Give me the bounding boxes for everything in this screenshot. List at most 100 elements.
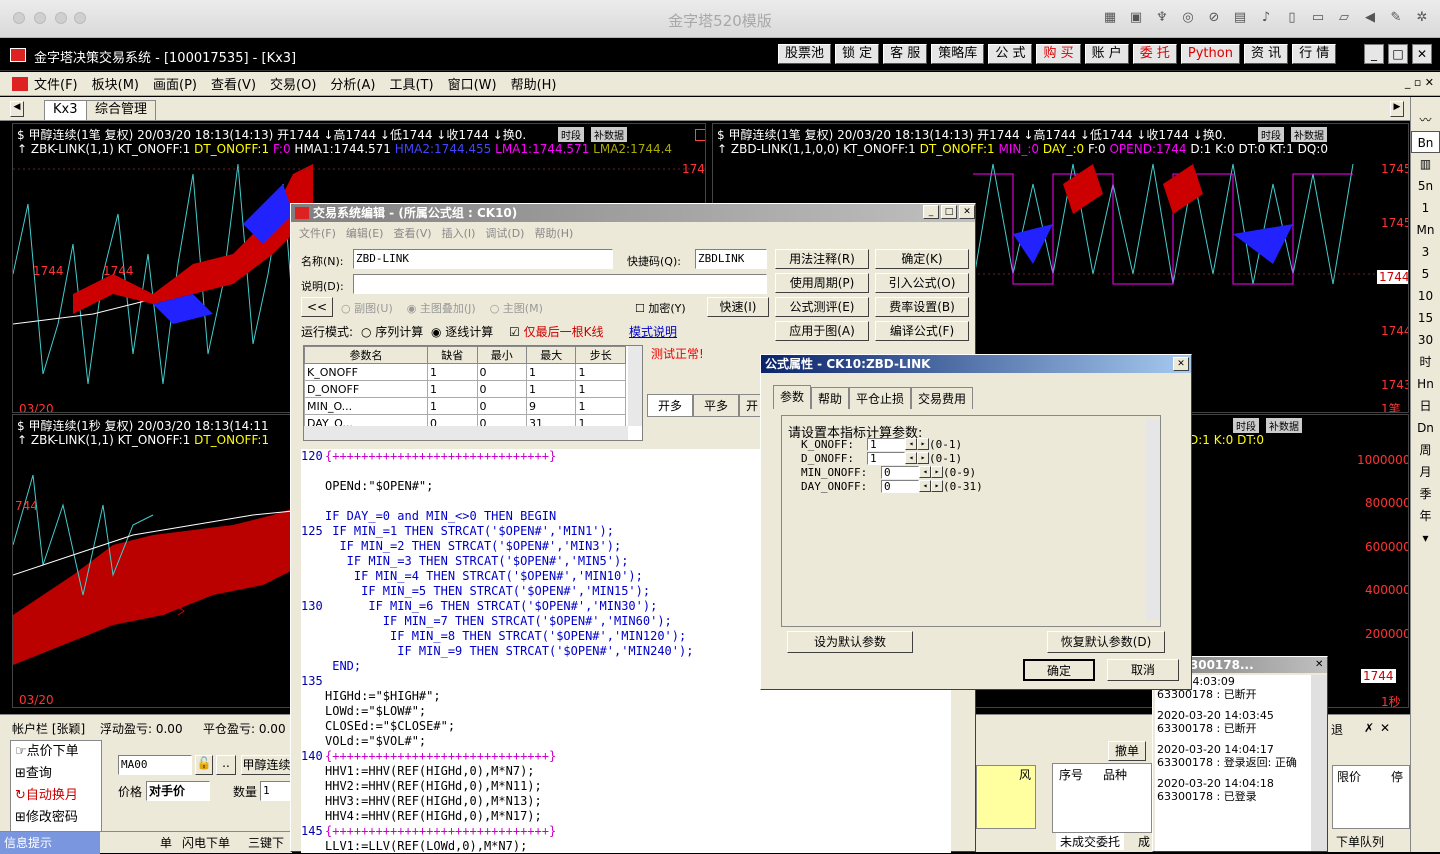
code-line[interactable]: 145 {++++++++++++++++++++++++++++++} (301, 824, 951, 839)
tab-stop-loss[interactable]: 平仓止损 (849, 387, 912, 409)
period-day[interactable]: 日 (1411, 395, 1440, 417)
back-label[interactable]: 退 (1331, 721, 1343, 738)
bottom-tab-three-key[interactable]: 三键下 (248, 834, 284, 851)
formula-test-button[interactable]: 公式测评(E) (775, 297, 869, 317)
code-line[interactable]: HIGHd:="$HIGH#"; (301, 689, 951, 704)
table-row[interactable]: D_ONOFF 1 0 1 1 (303, 380, 626, 398)
tools-icon[interactable]: ✎ (1388, 10, 1404, 26)
code-line[interactable]: HHV1:=HHV(REF(HIGHd,0),M*N7); (301, 764, 951, 779)
menu-view-page[interactable]: 画面(P) (153, 74, 197, 93)
editor-menu-edit[interactable]: 编辑(E) (346, 225, 384, 241)
period-3[interactable]: 3 (1411, 241, 1440, 263)
lock-icon[interactable]: 🔓 (195, 755, 213, 775)
menu-file[interactable]: 文件(F) (34, 74, 78, 93)
editor-menu-view[interactable]: 查看(V) (393, 225, 431, 241)
tab-kx3[interactable]: Kx3 (44, 100, 87, 120)
service-button[interactable]: 客 服 (883, 44, 928, 64)
shortcut-input[interactable]: ZBDLINK (695, 249, 767, 269)
fill-data-badge[interactable]: 补数据 (1291, 127, 1327, 142)
last-bar-checkbox[interactable]: ☑ 仅最后一根K线 (509, 323, 603, 340)
keyboard-icon[interactable]: ▦ (1102, 10, 1118, 26)
gear-icon[interactable]: ✲ (1414, 10, 1430, 26)
editor-menu-insert[interactable]: 插入(I) (442, 225, 476, 241)
log-scrollbar[interactable] (1311, 675, 1327, 851)
tab-help[interactable]: 帮助 (811, 387, 850, 409)
period-5[interactable]: 5 (1411, 263, 1440, 285)
ok-button[interactable]: 确定(K) (875, 249, 969, 269)
apply-to-chart-button[interactable]: 应用于图(A) (775, 321, 869, 341)
props-close-icon[interactable]: ✕ (1173, 357, 1189, 371)
scroll-down-icon[interactable]: ▾ (1411, 527, 1440, 549)
import-formula-button[interactable]: 引入公式(O) (875, 273, 969, 293)
code-line[interactable]: HHV4:=HHV(REF(HIGHd,0),M*N17); (301, 809, 951, 824)
period-month[interactable]: 月 (1411, 461, 1440, 483)
close-icon[interactable]: ✕ (1412, 44, 1432, 64)
account-button[interactable]: 账 户 (1084, 44, 1129, 64)
props-ok-button[interactable]: 确定 (1023, 659, 1095, 681)
session-badge[interactable]: 时段 (558, 127, 584, 142)
maximize-icon[interactable]: □ (941, 205, 957, 219)
maximize-icon[interactable]: □ (1388, 44, 1408, 64)
back-button[interactable]: << (301, 297, 333, 317)
desc-input[interactable] (353, 274, 767, 294)
menu-help[interactable]: 帮助(H) (511, 74, 557, 93)
spin-right-icon[interactable]: ▸ (917, 438, 929, 450)
radio-sequence[interactable]: ○ 序列计算 (361, 323, 423, 340)
contract-code-input[interactable]: MA00 (118, 755, 192, 775)
period-mn[interactable]: Mn (1411, 219, 1440, 241)
nav-click-order[interactable]: ☞点价下单 (11, 741, 101, 763)
period-hour[interactable]: 时 (1411, 351, 1440, 373)
tab-pending-orders[interactable]: 未成交委托 (1056, 833, 1125, 850)
quotes-button[interactable]: 行 情 (1292, 44, 1337, 64)
disabled-icon[interactable]: ⊘ (1206, 10, 1222, 26)
usage-notes-button[interactable]: 用法注释(R) (775, 249, 869, 269)
python-button[interactable]: Python (1180, 44, 1240, 64)
tab-fees[interactable]: 交易费用 (911, 387, 974, 409)
strategy-library-button[interactable]: 策略库 (931, 44, 985, 64)
use-period-button[interactable]: 使用周期(P) (775, 273, 869, 293)
close-icon[interactable]: ✕ (959, 205, 975, 219)
disk-icon[interactable]: ▤ (1232, 10, 1248, 26)
menu-tools[interactable]: 工具(T) (389, 74, 433, 93)
stock-pool-button[interactable]: 股票池 (778, 44, 832, 64)
period-10[interactable]: 10 (1411, 285, 1440, 307)
restore-default-button[interactable]: 恢复默认参数(D) (1047, 631, 1165, 653)
props-cancel-button[interactable]: 取消 (1107, 659, 1179, 681)
candle-icon[interactable]: ▥ (1411, 153, 1440, 175)
info-tip-tab[interactable]: 信息提示 (0, 832, 100, 854)
nav-auto-roll[interactable]: ↻自动换月 (11, 785, 101, 807)
tab-scroll-right-icon[interactable]: ▶ (1390, 101, 1404, 117)
spin-left-icon[interactable]: ◂ (905, 452, 917, 464)
spin-left-icon[interactable]: ◂ (905, 438, 917, 450)
param-k-onoff-input[interactable]: 1 (867, 437, 905, 451)
code-line[interactable]: CLOSEd:="$CLOSE#"; (301, 719, 951, 734)
usb-icon[interactable]: ♆ (1154, 10, 1170, 26)
news-button[interactable]: 资 讯 (1243, 44, 1289, 64)
formula-button[interactable]: 公 式 (988, 44, 1033, 64)
tab-filled[interactable]: 成 (1138, 833, 1150, 850)
spin-left-icon[interactable]: ◂ (919, 466, 931, 478)
back-icon[interactable]: ◀ (1362, 10, 1378, 26)
spin-right-icon[interactable]: ▸ (931, 480, 943, 492)
editor-menu-file[interactable]: 文件(F) (299, 225, 336, 241)
code-line[interactable]: 140 {++++++++++++++++++++++++++++++} (301, 749, 951, 764)
menu-analysis[interactable]: 分析(A) (330, 74, 375, 93)
line-chart-icon[interactable]: 〰 (1411, 109, 1440, 131)
nav-query[interactable]: ⊞查询 (11, 763, 101, 785)
fill-data-badge[interactable]: 补数据 (591, 127, 627, 142)
table-row[interactable]: MIN_O... 1 0 9 1 (303, 397, 626, 415)
period-year[interactable]: 年 (1411, 505, 1440, 527)
log-close-icon[interactable]: ✕ (1315, 659, 1323, 670)
param-hscroll[interactable] (304, 426, 628, 440)
param-table[interactable]: 参数名 缺省 最小 最大 步长 K_ONOFF 1 0 1 1 D_ONOFF 1 0 1 1 … (303, 345, 643, 441)
radio-main-chart[interactable]: ○ 主图(M) (490, 300, 543, 316)
mdi-controls[interactable]: _ ▫ ✕ (1405, 76, 1434, 89)
screen-icon[interactable]: ▱ (1336, 10, 1352, 26)
spin-right-icon[interactable]: ▸ (917, 452, 929, 464)
period-hn[interactable]: Hn (1411, 373, 1440, 395)
tab-order-queue[interactable]: 下单队列 (1336, 833, 1384, 850)
tab-scroll-left-icon[interactable]: ◀ (10, 101, 24, 117)
session-badge[interactable]: 时段 (1233, 418, 1259, 433)
code-line[interactable]: VOLd:="$VOL#"; (301, 734, 951, 749)
close-icon[interactable]: ✕ (1380, 721, 1390, 735)
